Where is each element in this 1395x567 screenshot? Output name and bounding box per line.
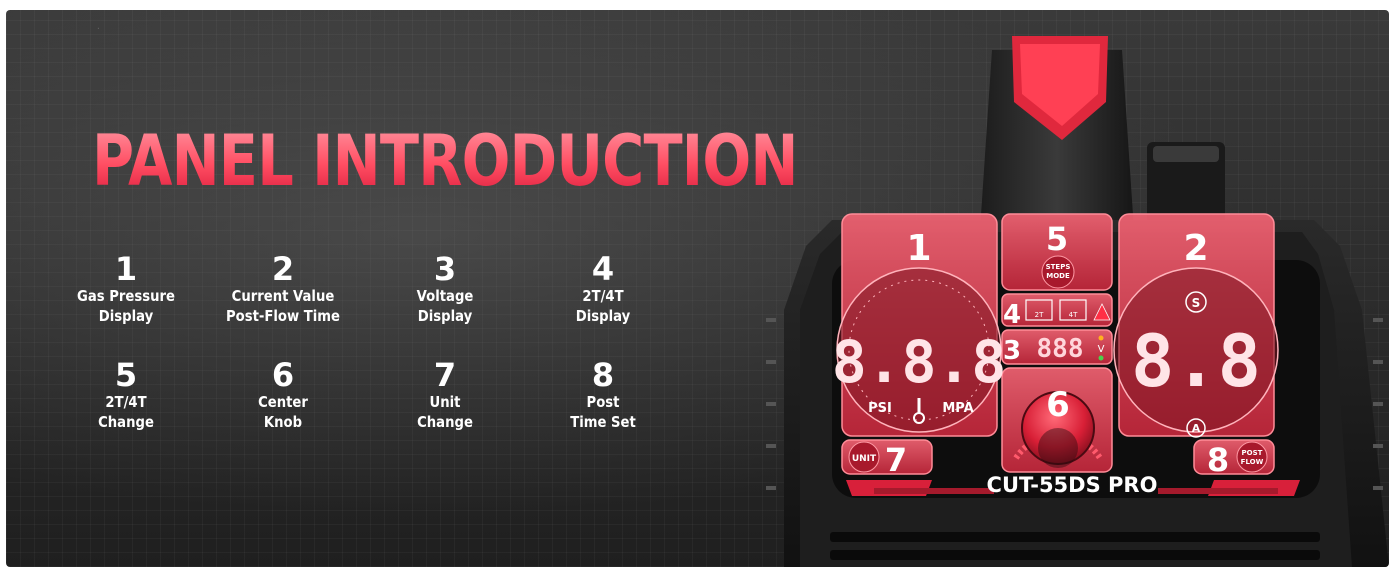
legend-label: Voltage bbox=[416, 287, 474, 305]
current-readout: 8.8 bbox=[1131, 319, 1261, 403]
legend-label: Knob bbox=[263, 413, 303, 431]
legend-label: Post bbox=[586, 393, 620, 411]
legend-label: Current Value bbox=[231, 287, 335, 305]
legend-item-7: 7 Unit Change bbox=[365, 358, 525, 432]
post-label: POST bbox=[1242, 449, 1263, 457]
callout-4: 4 bbox=[1003, 300, 1021, 330]
mpa-label: MPA bbox=[942, 401, 973, 416]
legend-label: Display bbox=[98, 307, 154, 325]
legend-label: Center bbox=[258, 393, 308, 411]
mode-4t-label: 4T bbox=[1069, 311, 1078, 319]
legend-item-1: 1 Gas Pressure Display bbox=[46, 252, 206, 326]
pressure-readout: 8.8.8 bbox=[832, 328, 1007, 396]
legend-label: 2T/4T bbox=[105, 393, 147, 411]
legend-label: Unit bbox=[429, 393, 461, 411]
voltage-readout: 888 bbox=[1037, 334, 1084, 364]
amps-indicator: A bbox=[1192, 422, 1201, 435]
legend-label: Time Set bbox=[570, 413, 636, 431]
legend-number: 7 bbox=[433, 356, 457, 394]
legend-number: 1 bbox=[114, 250, 138, 288]
legend-number: 8 bbox=[591, 356, 615, 394]
bg-decoration: · bbox=[96, 24, 101, 33]
legend-item-4: 4 2T/4T Display bbox=[523, 252, 683, 326]
post-flow-button[interactable]: POST FLOW bbox=[1236, 441, 1268, 473]
steps-mode-button[interactable]: STEPS MODE bbox=[1041, 255, 1075, 289]
unit-button[interactable]: UNIT bbox=[848, 441, 880, 473]
legend-number: 3 bbox=[433, 250, 457, 288]
legend-number: 6 bbox=[271, 356, 295, 394]
volt-unit: V bbox=[1098, 344, 1105, 355]
callout-1: 1 bbox=[906, 228, 931, 269]
legend-number: 5 bbox=[114, 356, 138, 394]
legend-number: 2 bbox=[271, 250, 295, 288]
callout-8: 8 bbox=[1207, 441, 1229, 479]
legend-label: Post-Flow Time bbox=[225, 307, 341, 325]
callout-2: 2 bbox=[1183, 228, 1208, 269]
plasma-cutter-illustration: CUT-55DS PRO 8.8.8 PSI MPA 8.8 S A STEPS… bbox=[766, 36, 1389, 567]
callout-5: 5 bbox=[1046, 220, 1068, 258]
legend-item-3: 3 Voltage Display bbox=[365, 252, 525, 326]
psi-label: PSI bbox=[868, 401, 892, 416]
unit-label: UNIT bbox=[852, 454, 877, 464]
legend-item-2: 2 Current Value Post-Flow Time bbox=[203, 252, 363, 326]
legend-label: Display bbox=[575, 307, 631, 325]
legend-label: Gas Pressure bbox=[77, 287, 175, 305]
legend-label: Change bbox=[417, 413, 473, 431]
mode-2t-label: 2T bbox=[1035, 311, 1044, 319]
product-banner: · PANEL INTRODUCTION 1 Gas Pressure Disp… bbox=[6, 10, 1389, 567]
legend-label: 2T/4T bbox=[582, 287, 624, 305]
legend-item-6: 6 Center Knob bbox=[203, 358, 363, 432]
callout-7: 7 bbox=[885, 441, 907, 479]
legend-number: 4 bbox=[591, 250, 615, 288]
legend-item-8: 8 Post Time Set bbox=[523, 358, 683, 432]
mode-label: MODE bbox=[1046, 272, 1070, 280]
gas-fitting bbox=[1147, 142, 1225, 224]
handle bbox=[980, 36, 1134, 230]
callout-3: 3 bbox=[1003, 336, 1021, 366]
legend-label: Display bbox=[417, 307, 473, 325]
callout-6: 6 bbox=[1046, 385, 1070, 425]
legend-item-5: 5 2T/4T Change bbox=[46, 358, 206, 432]
legend-label: Change bbox=[98, 413, 154, 431]
seconds-indicator: S bbox=[1192, 296, 1201, 310]
model-name: CUT-55DS PRO bbox=[987, 473, 1158, 497]
flow-label: FLOW bbox=[1241, 458, 1264, 466]
page-title: PANEL INTRODUCTION bbox=[92, 120, 798, 202]
steps-label: STEPS bbox=[1046, 263, 1071, 271]
